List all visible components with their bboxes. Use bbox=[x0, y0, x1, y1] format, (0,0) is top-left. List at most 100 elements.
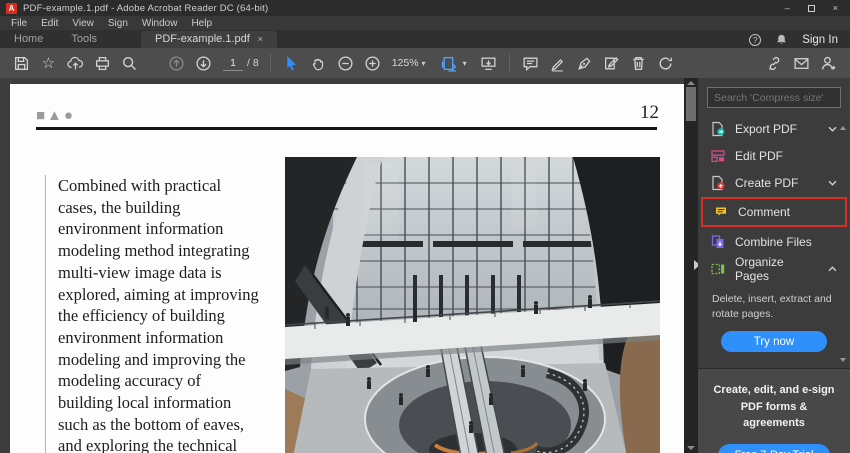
tools-search-input[interactable] bbox=[714, 92, 834, 104]
chevron-down-icon bbox=[828, 126, 837, 132]
scroll-down-icon[interactable] bbox=[687, 446, 695, 450]
body-text-line: the efficiency of building bbox=[58, 305, 259, 327]
acrobat-window: A PDF-example.1.pdf - Adobe Acrobat Read… bbox=[0, 0, 850, 453]
sidebar-item-combine-files[interactable]: Combine Files bbox=[698, 228, 850, 255]
body-text-line: modeling accuracy of bbox=[58, 370, 259, 392]
chevron-up-icon bbox=[828, 266, 837, 272]
main-toolbar: ☆ bbox=[0, 48, 850, 78]
tools-sidebar: Export PDF Edit PDF Cre bbox=[698, 78, 850, 453]
body-text-line: building local information bbox=[58, 392, 259, 414]
sidebar-item-organize-pages[interactable]: Organize Pages bbox=[698, 255, 850, 282]
previous-page-icon[interactable] bbox=[163, 51, 190, 75]
body-text-line: and exploring the technical bbox=[58, 435, 259, 453]
bell-icon[interactable] bbox=[775, 33, 788, 46]
select-tool-icon[interactable] bbox=[278, 51, 305, 75]
search-icon[interactable] bbox=[116, 51, 143, 75]
body-text-line: such as the bottom of eaves, bbox=[58, 414, 259, 436]
delete-pages-icon[interactable] bbox=[625, 51, 652, 75]
tab-document-label: PDF-example.1.pdf bbox=[155, 33, 250, 45]
menu-view[interactable]: View bbox=[65, 18, 101, 29]
add-user-icon[interactable] bbox=[815, 51, 842, 75]
sidebar-scroll-down-icon[interactable] bbox=[840, 358, 846, 362]
sidebar-item-export-pdf[interactable]: Export PDF bbox=[698, 115, 850, 142]
page-fit-icon[interactable] bbox=[436, 51, 463, 75]
tab-bar: Home Tools PDF-example.1.pdf × ? Sign In bbox=[0, 30, 850, 48]
body-text-column: Combined with practical cases, the build… bbox=[45, 175, 259, 453]
menu-window[interactable]: Window bbox=[135, 18, 185, 29]
zoom-level-label[interactable]: 125% bbox=[392, 57, 419, 69]
content-area: ■▲● 12 Combined with practical cases, th… bbox=[0, 78, 850, 453]
scroll-up-icon[interactable] bbox=[687, 81, 695, 85]
zoom-in-icon[interactable] bbox=[359, 51, 386, 75]
close-tab-icon[interactable]: × bbox=[258, 34, 263, 44]
minimize-button[interactable]: – bbox=[785, 4, 790, 13]
zoom-out-icon[interactable] bbox=[332, 51, 359, 75]
app-icon: A bbox=[6, 3, 17, 14]
close-button[interactable]: × bbox=[833, 4, 838, 13]
chevron-down-icon bbox=[828, 180, 837, 186]
page-fit-caret-icon[interactable]: ▾ bbox=[463, 59, 467, 68]
header-shapes: ■▲● bbox=[36, 107, 75, 124]
body-text-line: modeling method integrating bbox=[58, 240, 259, 262]
email-icon[interactable] bbox=[788, 51, 815, 75]
toolbar-divider bbox=[509, 54, 510, 72]
menu-file[interactable]: File bbox=[4, 18, 34, 29]
save-icon[interactable] bbox=[8, 51, 35, 75]
free-trial-button[interactable]: Free 7-Day Trial bbox=[718, 444, 830, 453]
sign-in-button[interactable]: Sign In bbox=[802, 34, 838, 46]
body-text-line: environment information bbox=[58, 218, 259, 240]
tab-document[interactable]: PDF-example.1.pdf × bbox=[141, 31, 277, 48]
star-icon[interactable]: ☆ bbox=[35, 51, 62, 75]
highlight-tool-icon[interactable] bbox=[544, 51, 571, 75]
tab-tools[interactable]: Tools bbox=[57, 31, 111, 48]
fill-sign-icon[interactable] bbox=[598, 51, 625, 75]
menu-bar: File Edit View Sign Window Help bbox=[0, 16, 850, 30]
sidebar-item-create-pdf[interactable]: Create PDF bbox=[698, 169, 850, 196]
sidebar-scroll-up-icon[interactable] bbox=[840, 126, 846, 130]
sidebar-item-label: Create PDF bbox=[735, 176, 798, 190]
scrollbar-thumb[interactable] bbox=[686, 87, 696, 121]
page-total-label: / 8 bbox=[247, 57, 259, 69]
combine-files-icon bbox=[710, 234, 726, 250]
sidebar-item-label: Combine Files bbox=[735, 235, 812, 249]
menu-edit[interactable]: Edit bbox=[34, 18, 65, 29]
document-viewport: ■▲● 12 Combined with practical cases, th… bbox=[0, 78, 684, 453]
sidebar-item-edit-pdf[interactable]: Edit PDF bbox=[698, 142, 850, 169]
sidebar-item-label: Export PDF bbox=[735, 122, 797, 136]
edit-pdf-icon bbox=[710, 148, 726, 164]
try-now-button[interactable]: Try now bbox=[721, 331, 827, 352]
sign-tool-icon[interactable] bbox=[571, 51, 598, 75]
body-text-line: explored, aiming at improving bbox=[58, 284, 259, 306]
cloud-upload-icon[interactable] bbox=[62, 51, 89, 75]
trial-promo-panel: Create, edit, and e-sign PDF forms & agr… bbox=[698, 368, 850, 453]
export-pdf-icon bbox=[710, 121, 726, 137]
restore-button[interactable] bbox=[808, 5, 815, 12]
page-number-input[interactable] bbox=[223, 56, 243, 71]
next-page-icon[interactable] bbox=[190, 51, 217, 75]
body-text-line: modeling and improving the bbox=[58, 349, 259, 371]
comment-tool-icon[interactable] bbox=[517, 51, 544, 75]
body-text-line: Combined with practical bbox=[58, 175, 259, 197]
presentation-icon[interactable] bbox=[475, 51, 502, 75]
hand-tool-icon[interactable] bbox=[305, 51, 332, 75]
refresh-icon[interactable] bbox=[652, 51, 679, 75]
tab-home[interactable]: Home bbox=[0, 31, 57, 48]
sidebar-item-label: Edit PDF bbox=[735, 149, 783, 163]
window-title: PDF-example.1.pdf - Adobe Acrobat Reader… bbox=[23, 3, 268, 14]
comment-icon bbox=[713, 204, 729, 220]
share-link-icon[interactable] bbox=[761, 51, 788, 75]
header-rule bbox=[36, 127, 657, 130]
sidebar-item-label: Organize Pages bbox=[735, 255, 819, 283]
help-icon[interactable]: ? bbox=[749, 34, 761, 46]
menu-help[interactable]: Help bbox=[184, 18, 219, 29]
zoom-caret-icon[interactable]: ▾ bbox=[422, 59, 426, 68]
title-bar: A PDF-example.1.pdf - Adobe Acrobat Read… bbox=[0, 0, 850, 16]
body-text-line: cases, the building bbox=[58, 197, 259, 219]
body-text-line: multi-view image data is bbox=[58, 262, 259, 284]
print-icon[interactable] bbox=[89, 51, 116, 75]
sidebar-item-comment[interactable]: Comment bbox=[703, 199, 845, 225]
organize-pages-icon bbox=[710, 261, 726, 277]
menu-sign[interactable]: Sign bbox=[101, 18, 135, 29]
sidebar-item-label: Comment bbox=[738, 205, 790, 219]
tools-search-box[interactable] bbox=[707, 87, 841, 108]
